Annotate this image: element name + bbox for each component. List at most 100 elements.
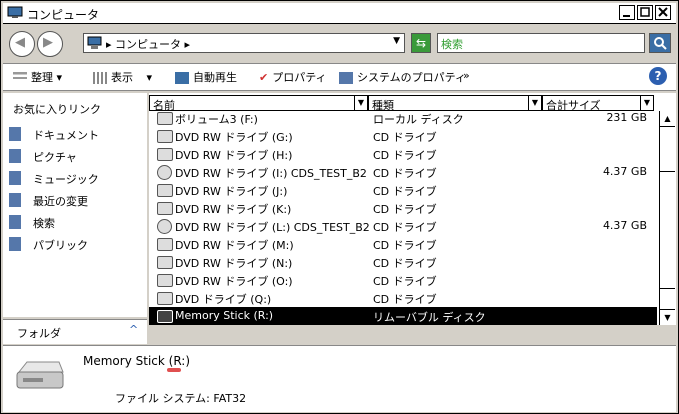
scroll-down-icon[interactable]: ▼ bbox=[660, 309, 675, 325]
file-size: 4.37 GB bbox=[602, 165, 647, 178]
removable-drive-icon bbox=[157, 310, 173, 323]
title-bar: コンピュータ bbox=[3, 3, 676, 24]
cd-disc-icon bbox=[157, 219, 172, 234]
computer-icon bbox=[87, 36, 102, 49]
column-dropdown-icon[interactable]: ▼ bbox=[354, 96, 367, 110]
removable-drive-icon bbox=[16, 361, 64, 389]
autoplay-icon bbox=[175, 72, 189, 84]
breadcrumb-arrow-icon[interactable]: ▸ bbox=[185, 38, 191, 51]
file-type: ローカル ディスク bbox=[373, 113, 464, 126]
address-bar-area: ◀ ▶ ▸ コンピュータ ▸ ▼ ⇆ 検索 bbox=[3, 25, 676, 61]
forward-button[interactable]: ▶ bbox=[37, 31, 63, 57]
column-dropdown-icon[interactable]: ▼ bbox=[640, 96, 653, 110]
file-type: CD ドライブ bbox=[373, 149, 437, 162]
dvd-drive-icon bbox=[157, 292, 173, 305]
system-icon bbox=[339, 72, 353, 84]
properties-button[interactable]: ✔ プロパティ bbox=[259, 69, 327, 85]
file-row[interactable]: DVD RW ドライブ (M:) CD ドライブ bbox=[149, 235, 657, 253]
file-type: CD ドライブ bbox=[373, 203, 437, 216]
autoplay-button[interactable]: 自動再生 bbox=[175, 69, 237, 85]
file-type: CD ドライブ bbox=[373, 131, 437, 144]
file-row[interactable]: DVD RW ドライブ (I:) CDS_TEST_B2 CD ドライブ 4.37 … bbox=[149, 163, 657, 181]
folders-label: フォルダ bbox=[17, 327, 61, 340]
column-dropdown-icon[interactable]: ▼ bbox=[528, 96, 541, 110]
file-row[interactable]: DVD RW ドライブ (O:) CD ドライブ bbox=[149, 271, 657, 289]
file-row[interactable]: ボリューム3 (F:) ローカル ディスク 231 GB bbox=[149, 109, 657, 127]
scroll-up-icon[interactable]: ▲ bbox=[660, 111, 675, 127]
file-name: DVD RW ドライブ (M:) bbox=[175, 239, 294, 252]
dvd-drive-icon bbox=[157, 274, 173, 287]
file-row[interactable]: Memory Stick (R:) リムーバブル ディスク bbox=[149, 307, 657, 325]
documents-icon bbox=[9, 127, 21, 141]
file-row[interactable]: DVD RW ドライブ (N:) CD ドライブ bbox=[149, 253, 657, 271]
file-name: DVD RW ドライブ (I:) CDS_TEST_B2 bbox=[175, 167, 367, 180]
file-type: CD ドライブ bbox=[373, 185, 437, 198]
file-row[interactable]: DVD RW ドライブ (J:) CD ドライブ bbox=[149, 181, 657, 199]
folders-toggle[interactable]: フォルダ ^ bbox=[3, 319, 147, 344]
file-type: CD ドライブ bbox=[373, 257, 437, 270]
scroll-thumb[interactable] bbox=[660, 171, 675, 289]
favorites-header: お気に入りリンク bbox=[13, 103, 101, 116]
search-folder-icon bbox=[9, 215, 21, 229]
window-title: コンピュータ bbox=[27, 8, 100, 22]
refresh-button[interactable]: ⇆ bbox=[411, 33, 431, 53]
file-name: DVD RW ドライブ (J:) bbox=[175, 185, 288, 198]
view-icon bbox=[93, 72, 107, 84]
file-type: CD ドライブ bbox=[373, 167, 437, 180]
annotation-mark bbox=[167, 368, 181, 372]
cd-disc-icon bbox=[157, 165, 172, 180]
chevron-up-icon: ^ bbox=[129, 323, 139, 336]
file-row[interactable]: DVD RW ドライブ (H:) CD ドライブ bbox=[149, 145, 657, 163]
file-row[interactable]: DVD RW ドライブ (G:) CD ドライブ bbox=[149, 127, 657, 145]
view-button[interactable]: 表示 ▾ bbox=[93, 69, 152, 85]
refresh-icon: ⇆ bbox=[415, 36, 427, 50]
vertical-scrollbar[interactable]: ▲ ▼ bbox=[659, 111, 675, 325]
file-name: DVD ドライブ (Q:) bbox=[175, 293, 272, 306]
more-commands-button[interactable]: » bbox=[463, 69, 470, 82]
checkmark-icon: ✔ bbox=[259, 71, 269, 84]
file-type: リムーバブル ディスク bbox=[373, 311, 486, 324]
pictures-icon bbox=[9, 149, 21, 163]
recent-icon bbox=[9, 193, 21, 207]
dvd-drive-icon bbox=[157, 256, 173, 269]
search-icon bbox=[654, 37, 667, 50]
breadcrumb-computer[interactable]: コンピュータ bbox=[115, 38, 181, 51]
music-icon bbox=[9, 171, 21, 185]
system-properties-button[interactable]: システムのプロパティ bbox=[339, 69, 466, 85]
file-name: ボリューム3 (F:) bbox=[175, 113, 258, 126]
search-button[interactable] bbox=[649, 33, 671, 53]
command-bar: 整理 ▾ 表示 ▾ 自動再生 ✔ プロパティ システムのプロパティ » ? bbox=[3, 63, 676, 91]
file-name: DVD RW ドライブ (L:) CDS_TEST_B2 bbox=[175, 221, 370, 234]
maximize-button[interactable] bbox=[637, 5, 653, 20]
dvd-drive-icon bbox=[157, 184, 173, 197]
file-list: 名前 ▼ 種類 ▼ 合計サイズ ▼ ボリューム3 (F:) ローカル ディスク 231 G… bbox=[149, 93, 676, 325]
navigation-pane: お気に入りリンク ドキュメント ピクチャ ミュージック 最近の変更 検索 パブリ… bbox=[3, 93, 147, 317]
details-drive-name: Memory Stick (R:) bbox=[83, 354, 191, 368]
file-name: Memory Stick (R:) bbox=[175, 309, 274, 322]
computer-icon bbox=[7, 6, 23, 18]
explorer-window: コンピュータ ◀ ▶ ▸ コンピュータ ▸ ▼ ⇆ 検索 整理 ▾ 表示 ▾ 自… bbox=[0, 0, 679, 414]
help-icon[interactable]: ? bbox=[649, 67, 667, 85]
file-name: DVD RW ドライブ (K:) bbox=[175, 203, 292, 216]
dvd-drive-icon bbox=[157, 130, 173, 143]
minimize-button[interactable] bbox=[619, 5, 635, 20]
search-input[interactable]: 検索 bbox=[437, 33, 645, 53]
dvd-drive-icon bbox=[157, 148, 173, 161]
address-dropdown-icon[interactable]: ▼ bbox=[393, 36, 400, 46]
file-size: 231 GB bbox=[606, 111, 647, 124]
address-box[interactable]: ▸ コンピュータ ▸ ▼ bbox=[83, 33, 405, 53]
breadcrumb-arrow-icon[interactable]: ▸ bbox=[106, 38, 112, 51]
file-type: CD ドライブ bbox=[373, 293, 437, 306]
forward-arrow-icon: ▶ bbox=[43, 35, 53, 50]
file-row[interactable]: DVD RW ドライブ (K:) CD ドライブ bbox=[149, 199, 657, 217]
close-button[interactable] bbox=[655, 5, 671, 20]
back-button[interactable]: ◀ bbox=[9, 31, 35, 57]
public-icon bbox=[9, 237, 21, 251]
organize-button[interactable]: 整理 ▾ bbox=[13, 69, 62, 85]
file-row[interactable]: DVD RW ドライブ (L:) CDS_TEST_B2 CD ドライブ 4.37 … bbox=[149, 217, 657, 235]
file-name: DVD RW ドライブ (O:) bbox=[175, 275, 293, 288]
file-size: 4.37 GB bbox=[602, 219, 647, 232]
file-row[interactable]: DVD ドライブ (Q:) CD ドライブ bbox=[149, 289, 657, 307]
file-type: CD ドライブ bbox=[373, 275, 437, 288]
back-arrow-icon: ◀ bbox=[15, 35, 25, 50]
